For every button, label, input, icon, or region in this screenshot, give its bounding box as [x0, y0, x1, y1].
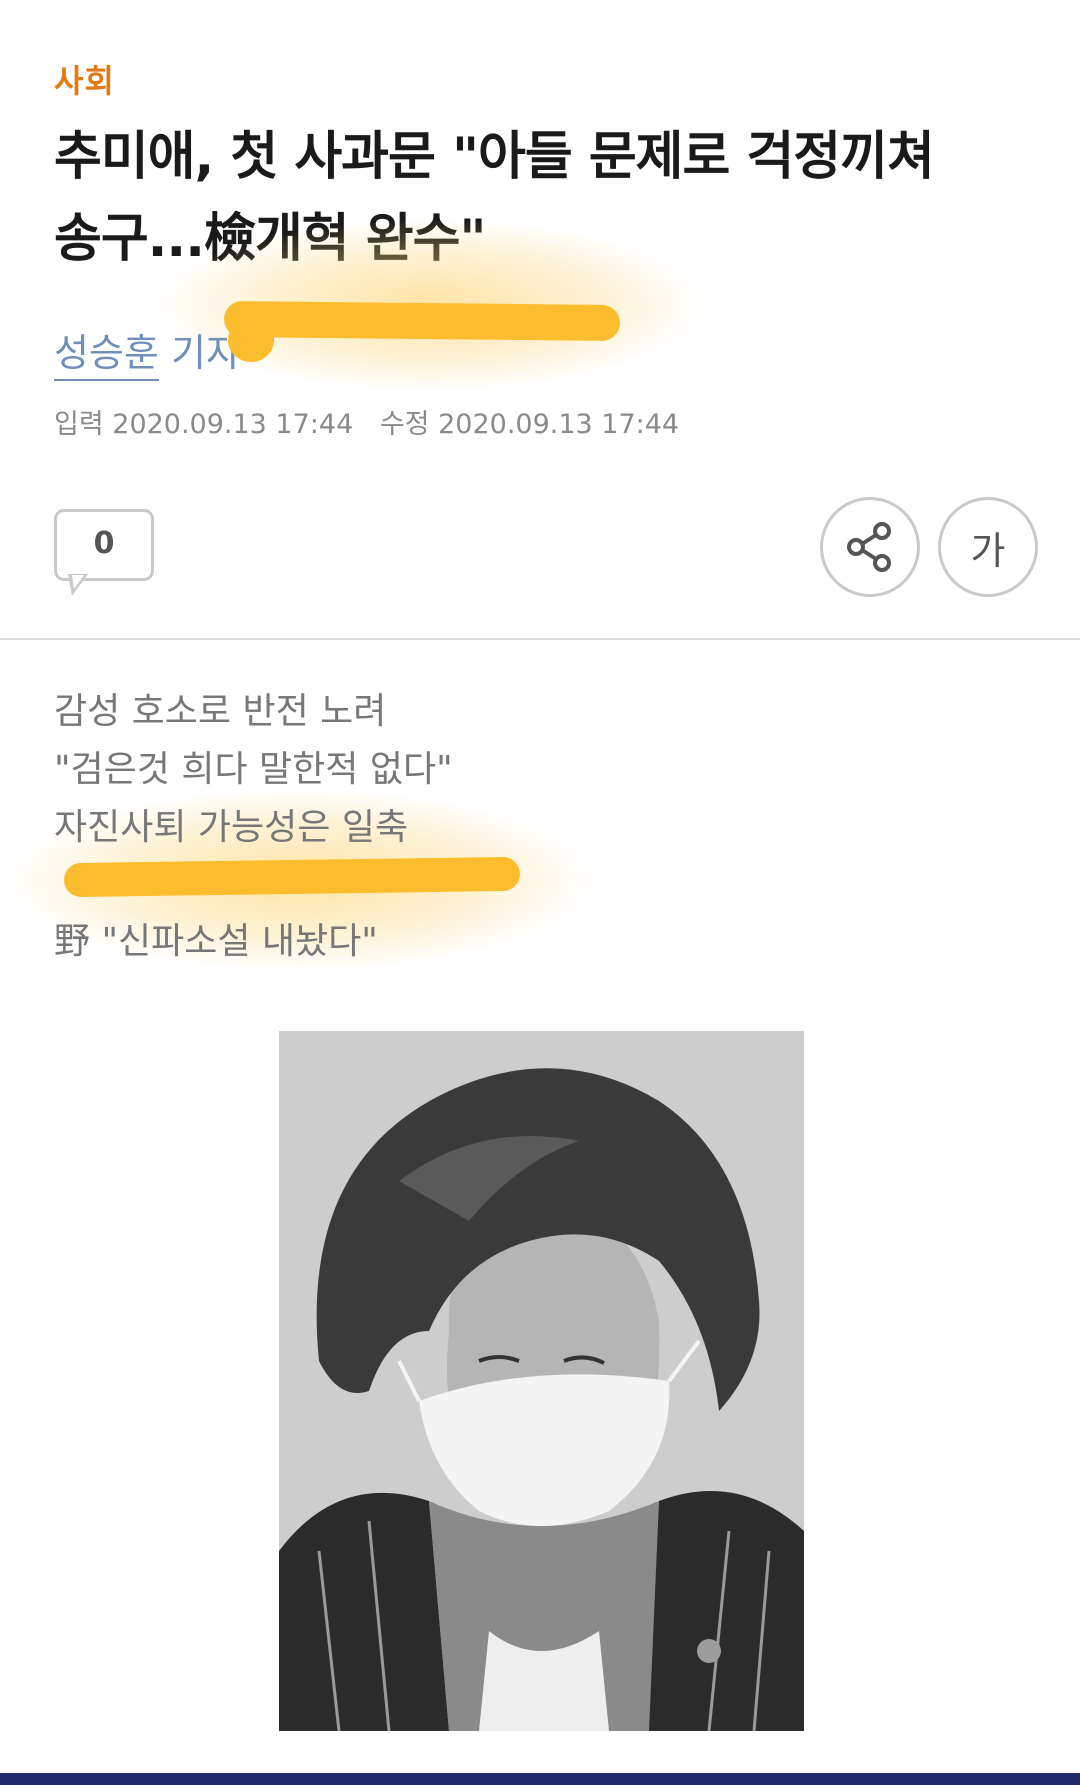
font-size-button[interactable]: 가	[938, 497, 1038, 597]
headline-line-1: 추미애, 첫 사과문 "아들 문제로 걱정끼쳐	[54, 127, 935, 187]
highlight-stroke-byline-tail	[228, 318, 274, 362]
comment-count-button[interactable]: 0	[54, 509, 154, 581]
share-icon	[847, 522, 891, 572]
reporter-name[interactable]: 성승훈	[54, 331, 159, 381]
section-label[interactable]: 사회	[54, 56, 115, 102]
highlight-stroke-summary	[63, 856, 521, 898]
comment-bubble-tail	[72, 575, 84, 589]
summary-line-2: "검은것 희다 말한적 없다"	[54, 749, 453, 790]
article-photo	[279, 1031, 804, 1731]
header-divider	[0, 638, 1080, 640]
modified-date: 수정 2020.09.13 17:44	[379, 409, 680, 440]
highlight-stroke-byline	[223, 300, 621, 342]
summary-line-3: 자진사퇴 가능성은 일축	[54, 807, 409, 848]
summary-line-1: 감성 호소로 반전 노려	[54, 691, 387, 732]
share-button[interactable]	[820, 497, 920, 597]
published-date: 입력 2020.09.13 17:44	[54, 409, 354, 440]
portrait-illustration	[279, 1031, 804, 1731]
article-dates: 입력 2020.09.13 17:44 수정 2020.09.13 17:44	[54, 402, 679, 441]
bottom-navigation-bar	[0, 1773, 1080, 1785]
font-size-label: 가	[970, 528, 1006, 573]
summary-line-4: 野 "신파소설 내놨다"	[54, 921, 378, 962]
byline[interactable]: 성승훈 기자	[54, 322, 241, 381]
article-header: 사회 추미애, 첫 사과문 "아들 문제로 걱정끼쳐 송구...檢개혁 완수" …	[0, 0, 1080, 640]
